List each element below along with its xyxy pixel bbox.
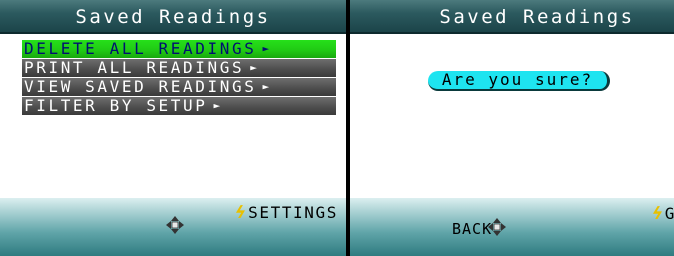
title-bar: Saved Readings: [350, 0, 674, 34]
left-screen: Saved Readings DELETE ALL READINGS ► PRI…: [0, 0, 346, 256]
right-screen: Saved Readings Are you sure? ϟGO BACK: [350, 0, 674, 256]
confirmation-prompt: Are you sure?: [428, 71, 610, 91]
dpad-icon: [166, 216, 184, 234]
menu-item-delete-all-readings[interactable]: DELETE ALL READINGS ►: [22, 40, 336, 58]
menu-item-filter-by-setup[interactable]: FILTER BY SETUP ►: [22, 97, 336, 115]
arrow-right-icon: ►: [262, 80, 270, 93]
screen-title: Saved Readings: [75, 6, 271, 28]
menu-item-label: FILTER BY SETUP: [24, 96, 208, 115]
menu-item-view-saved-readings[interactable]: VIEW SAVED READINGS ►: [22, 78, 336, 96]
title-bar: Saved Readings: [0, 0, 346, 34]
menu-item-label: VIEW SAVED READINGS: [24, 77, 257, 96]
saved-readings-menu: DELETE ALL READINGS ► PRINT ALL READINGS…: [22, 40, 336, 116]
softkey-bar: ϟSETTINGS: [0, 198, 346, 256]
arrow-right-icon: ►: [250, 61, 257, 74]
arrow-right-icon: ►: [262, 42, 270, 55]
arrow-right-icon: ►: [213, 99, 221, 112]
back-softkey[interactable]: BACK: [452, 220, 492, 238]
back-label: BACK: [452, 220, 493, 238]
menu-item-label: DELETE ALL READINGS: [24, 39, 257, 58]
settings-softkey[interactable]: ϟSETTINGS: [233, 203, 338, 223]
menu-item-label: PRINT ALL READINGS: [24, 58, 245, 77]
softkey-bar: ϟGO BACK: [350, 198, 674, 256]
menu-item-print-all-readings[interactable]: PRINT ALL READINGS ►: [22, 59, 336, 77]
go-label: GO: [664, 204, 674, 223]
screen-title: Saved Readings: [439, 6, 635, 28]
dpad-icon: [488, 218, 506, 236]
settings-label: SETTINGS: [248, 203, 338, 222]
go-softkey[interactable]: ϟGO: [650, 204, 674, 224]
